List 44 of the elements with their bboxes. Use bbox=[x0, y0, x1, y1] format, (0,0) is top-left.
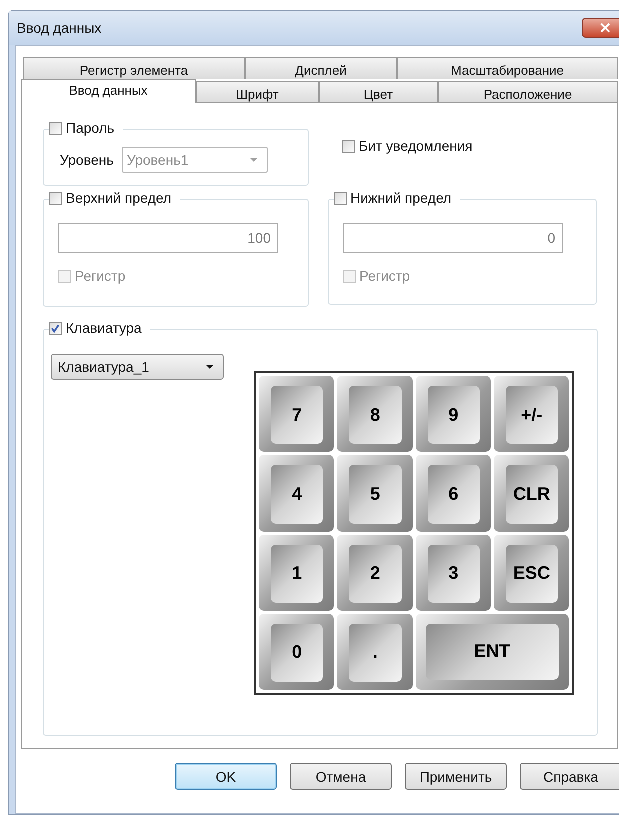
keypad-key: 4 bbox=[259, 455, 334, 532]
tab[interactable]: Шрифт bbox=[196, 81, 319, 103]
tab[interactable]: Дисплей bbox=[245, 57, 397, 79]
checkbox[interactable] bbox=[49, 322, 62, 334]
checkbox-label: Пароль bbox=[66, 120, 115, 136]
checkbox[interactable] bbox=[334, 192, 346, 204]
checkbox-label: Регистр bbox=[75, 268, 126, 284]
keypad-key: ESC bbox=[494, 534, 569, 611]
checkbox-label: Верхний предел bbox=[66, 190, 172, 206]
dialog-button[interactable]: OK bbox=[175, 763, 277, 790]
tab[interactable]: Масштабирование bbox=[397, 57, 618, 79]
tab[interactable]: Регистр элемента bbox=[23, 57, 245, 79]
dialog-button[interactable]: Применить bbox=[405, 763, 507, 790]
tab[interactable]: Цвет bbox=[319, 81, 438, 103]
input-field[interactable]: 0 bbox=[342, 223, 562, 253]
level-label: Уровень bbox=[60, 152, 114, 168]
tab[interactable]: Расположение bbox=[438, 81, 618, 103]
checkbox-label: Регистр bbox=[360, 268, 410, 284]
checkbox-label: Бит уведомления bbox=[359, 138, 473, 154]
keypad-key: CLR bbox=[494, 455, 569, 532]
keypad-key: 1 bbox=[259, 534, 334, 611]
caret-icon bbox=[248, 157, 259, 163]
keypad-key: ENT bbox=[416, 614, 569, 690]
keypad-key: 5 bbox=[337, 455, 412, 532]
checkbox[interactable] bbox=[342, 140, 355, 152]
keyboard-dropdown[interactable]: Клавиатура_1 bbox=[51, 354, 224, 380]
keypad-key: . bbox=[337, 614, 412, 690]
keypad-key: 8 bbox=[337, 376, 412, 452]
keypad-key: 2 bbox=[337, 534, 412, 611]
checkbox-label: Нижний предел bbox=[350, 190, 452, 206]
checkbox[interactable] bbox=[49, 192, 62, 204]
dialog-button[interactable]: Справка bbox=[520, 763, 619, 790]
keypad-key: 3 bbox=[416, 534, 491, 611]
keypad-key: 9 bbox=[416, 376, 491, 452]
tab[interactable]: Ввод данных bbox=[21, 79, 196, 103]
dialog-button[interactable]: Отмена bbox=[290, 763, 392, 790]
keypad-key: 7 bbox=[259, 376, 334, 452]
keypad-key: +/- bbox=[494, 376, 569, 452]
keypad-key: 6 bbox=[416, 455, 491, 532]
input-field[interactable]: 100 bbox=[58, 223, 278, 253]
caret-icon bbox=[205, 364, 215, 370]
keypad-key: 0 bbox=[259, 614, 334, 690]
window-title: Ввод данных bbox=[17, 20, 102, 36]
checkbox-label: Клавиатура bbox=[66, 320, 142, 336]
